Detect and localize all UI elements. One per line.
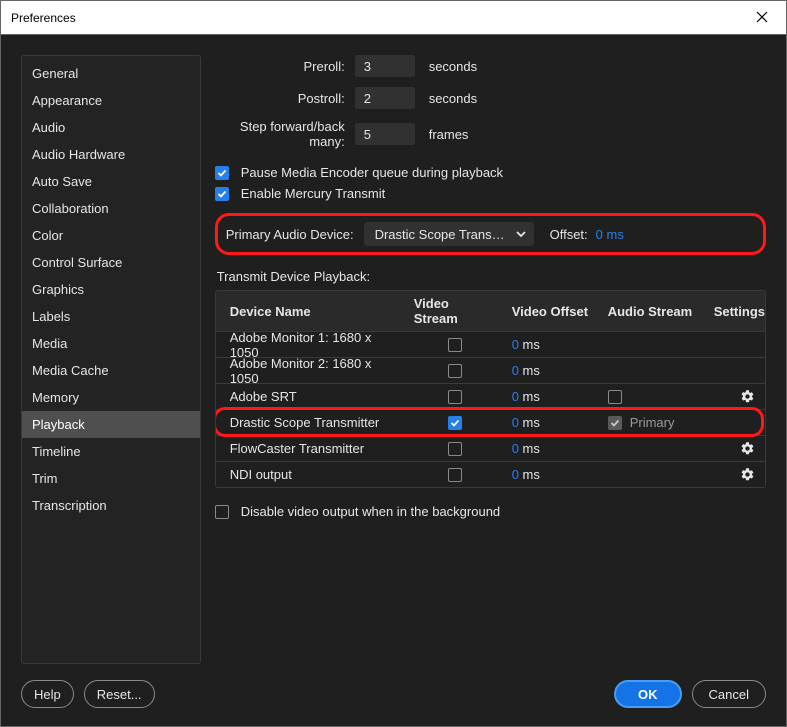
sidebar-item-auto-save[interactable]: Auto Save bbox=[22, 168, 200, 195]
body: GeneralAppearanceAudioAudio HardwareAuto… bbox=[1, 35, 786, 664]
help-button[interactable]: Help bbox=[21, 680, 74, 708]
preroll-input[interactable] bbox=[355, 55, 415, 77]
offset-value[interactable]: 0 ms bbox=[596, 227, 624, 242]
chevron-down-icon bbox=[515, 228, 527, 240]
primary-audio-dropdown[interactable]: Drastic Scope Transmi... bbox=[364, 222, 534, 246]
gear-icon[interactable] bbox=[739, 389, 755, 405]
audio-stream-checkbox bbox=[608, 416, 622, 430]
transmit-device-table: Device Name Video Stream Video Offset Au… bbox=[215, 290, 766, 488]
disable-bg-label: Disable video output when in the backgro… bbox=[241, 504, 500, 519]
sidebar-item-color[interactable]: Color bbox=[22, 222, 200, 249]
col-audio-stream: Audio Stream bbox=[600, 291, 706, 331]
step-label: Step forward/back many: bbox=[215, 119, 345, 149]
sidebar-item-trim[interactable]: Trim bbox=[22, 465, 200, 492]
offset-label: Offset: bbox=[550, 227, 588, 242]
audio-primary-label: Primary bbox=[630, 415, 675, 430]
preroll-label: Preroll: bbox=[215, 59, 345, 74]
video-offset-value[interactable]: 0 ms bbox=[504, 436, 600, 461]
pause-encoder-label: Pause Media Encoder queue during playbac… bbox=[241, 165, 503, 180]
video-stream-checkbox[interactable] bbox=[448, 338, 462, 352]
sidebar-item-media-cache[interactable]: Media Cache bbox=[22, 357, 200, 384]
table-row: Adobe Monitor 2: 1680 x 10500 ms bbox=[216, 357, 765, 383]
preroll-unit: seconds bbox=[429, 59, 477, 74]
video-offset-value[interactable]: 0 ms bbox=[504, 332, 600, 357]
table-row: Drastic Scope Transmitter 0 ms Primary bbox=[216, 409, 765, 435]
reset-button[interactable]: Reset... bbox=[84, 680, 155, 708]
device-name: Drastic Scope Transmitter bbox=[216, 410, 406, 435]
device-name: NDI output bbox=[216, 462, 406, 487]
primary-audio-value: Drastic Scope Transmi... bbox=[375, 227, 507, 242]
col-settings: Settings bbox=[706, 291, 765, 331]
video-offset-value[interactable]: 0 ms bbox=[504, 384, 600, 409]
sidebar-item-timeline[interactable]: Timeline bbox=[22, 438, 200, 465]
audio-stream-checkbox[interactable] bbox=[608, 390, 622, 404]
col-video-offset: Video Offset bbox=[504, 291, 600, 331]
gear-icon[interactable] bbox=[739, 441, 755, 457]
video-stream-checkbox[interactable] bbox=[448, 468, 462, 482]
video-stream-checkbox[interactable] bbox=[448, 390, 462, 404]
sidebar-item-audio[interactable]: Audio bbox=[22, 114, 200, 141]
sidebar[interactable]: GeneralAppearanceAudioAudio HardwareAuto… bbox=[21, 55, 201, 664]
enable-mercury-label: Enable Mercury Transmit bbox=[241, 186, 386, 201]
sidebar-item-memory[interactable]: Memory bbox=[22, 384, 200, 411]
pause-encoder-checkbox[interactable] bbox=[215, 166, 229, 180]
preferences-window: Preferences GeneralAppearanceAudioAudio … bbox=[0, 0, 787, 727]
close-icon[interactable] bbox=[748, 6, 776, 30]
step-unit: frames bbox=[429, 127, 469, 142]
postroll-unit: seconds bbox=[429, 91, 477, 106]
gear-icon[interactable] bbox=[739, 467, 755, 483]
postroll-input[interactable] bbox=[355, 87, 415, 109]
transmit-table-label: Transmit Device Playback: bbox=[217, 269, 766, 284]
video-stream-checkbox[interactable] bbox=[448, 364, 462, 378]
sidebar-item-collaboration[interactable]: Collaboration bbox=[22, 195, 200, 222]
sidebar-item-labels[interactable]: Labels bbox=[22, 303, 200, 330]
titlebar: Preferences bbox=[1, 1, 786, 35]
enable-mercury-checkbox[interactable] bbox=[215, 187, 229, 201]
sidebar-item-graphics[interactable]: Graphics bbox=[22, 276, 200, 303]
cancel-button[interactable]: Cancel bbox=[692, 680, 766, 708]
primary-audio-highlight: Primary Audio Device: Drastic Scope Tran… bbox=[215, 213, 766, 255]
sidebar-item-audio-hardware[interactable]: Audio Hardware bbox=[22, 141, 200, 168]
device-name: Adobe SRT bbox=[216, 384, 406, 409]
sidebar-item-appearance[interactable]: Appearance bbox=[22, 87, 200, 114]
disable-bg-checkbox[interactable] bbox=[215, 505, 229, 519]
table-row: NDI output 0 ms bbox=[216, 461, 765, 487]
video-stream-checkbox[interactable] bbox=[448, 442, 462, 456]
video-offset-value[interactable]: 0 ms bbox=[504, 462, 600, 487]
postroll-label: Postroll: bbox=[215, 91, 345, 106]
footer: Help Reset... OK Cancel bbox=[1, 664, 786, 726]
window-title: Preferences bbox=[11, 11, 76, 25]
primary-audio-label: Primary Audio Device: bbox=[226, 227, 354, 242]
sidebar-item-general[interactable]: General bbox=[22, 60, 200, 87]
col-video-stream: Video Stream bbox=[406, 291, 504, 331]
table-row: FlowCaster Transmitter 0 ms bbox=[216, 435, 765, 461]
video-offset-value[interactable]: 0 ms bbox=[504, 410, 600, 435]
sidebar-item-media[interactable]: Media bbox=[22, 330, 200, 357]
device-name: FlowCaster Transmitter bbox=[216, 436, 406, 461]
sidebar-item-playback[interactable]: Playback bbox=[22, 411, 200, 438]
video-stream-checkbox[interactable] bbox=[448, 416, 462, 430]
sidebar-item-control-surface[interactable]: Control Surface bbox=[22, 249, 200, 276]
main-panel: Preroll: seconds Postroll: seconds Step … bbox=[215, 55, 766, 664]
step-input[interactable] bbox=[355, 123, 415, 145]
sidebar-item-transcription[interactable]: Transcription bbox=[22, 492, 200, 519]
table-row: Adobe SRT 0 ms bbox=[216, 383, 765, 409]
ok-button[interactable]: OK bbox=[614, 680, 682, 708]
video-offset-value[interactable]: 0 ms bbox=[504, 358, 600, 383]
